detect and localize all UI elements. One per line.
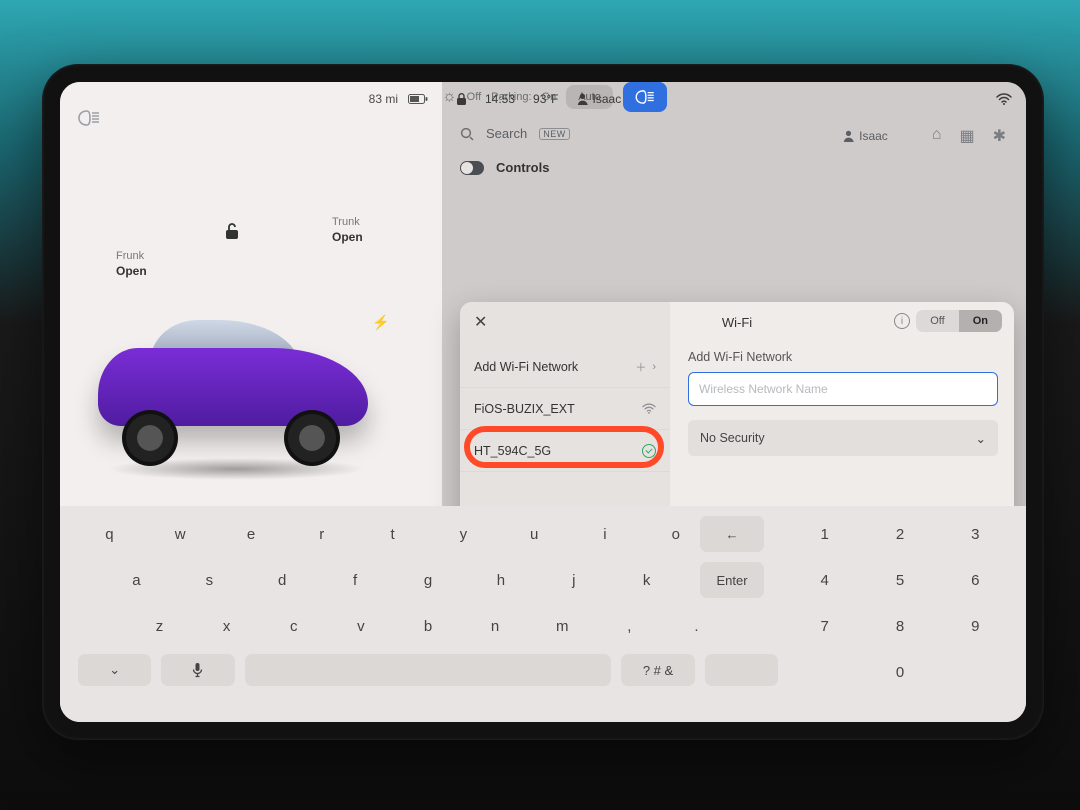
numkey-2[interactable]: 2 [867, 516, 932, 552]
wifi-on[interactable]: On [959, 310, 1002, 332]
status-bar-right: 14:53 93°F Isaac [456, 92, 1012, 106]
numkey-3[interactable]: 3 [943, 516, 1008, 552]
numkey-6[interactable]: 6 [943, 562, 1008, 598]
wifi-off[interactable]: Off [916, 310, 958, 332]
numkey-9[interactable]: 9 [943, 608, 1008, 644]
key-x[interactable]: x [197, 608, 256, 644]
search-icon [460, 127, 474, 141]
kbd-row-2: asdfghjkl [78, 562, 778, 598]
numkey-7[interactable]: 7 [792, 608, 857, 644]
kbd-row-1: qwertyuiop [78, 516, 778, 552]
tablet-bezel: 83 mi Frunk Open Trunk Open ⚡ [42, 64, 1044, 740]
key-v[interactable]: v [331, 608, 390, 644]
wifi-signal-icon [642, 403, 656, 414]
key-g[interactable]: g [396, 562, 461, 598]
key-s[interactable]: s [177, 562, 242, 598]
key-q[interactable]: q [78, 516, 141, 552]
range-value: 83 mi [369, 92, 398, 106]
trunk-button[interactable]: Trunk Open [332, 216, 363, 245]
enter-key[interactable]: Enter [700, 562, 764, 598]
key-,[interactable]: , [600, 608, 659, 644]
grid-icon[interactable]: ▦ [959, 126, 974, 146]
key-e[interactable]: e [220, 516, 283, 552]
bluetooth-icon[interactable]: ✱ [993, 126, 1006, 146]
add-network-label: Add Wi-Fi Network [688, 350, 998, 364]
numkey-0[interactable]: 0 [867, 654, 932, 690]
network-name-input[interactable] [688, 372, 998, 406]
temperature: 93°F [533, 92, 558, 106]
wifi-icon[interactable] [996, 93, 1012, 105]
clock: 14:53 [485, 92, 515, 106]
plus-icon: ＋ [635, 359, 646, 375]
touchscreen: 83 mi Frunk Open Trunk Open ⚡ [60, 82, 1026, 722]
symbols-key[interactable]: ? # & [621, 654, 694, 686]
key-r[interactable]: r [290, 516, 353, 552]
chevron-down-icon: ⌄ [976, 431, 986, 446]
onscreen-keyboard: qwertyuiop asdfghjkl zxcvbnm,. ⌄ ? # & 1… [60, 506, 1026, 722]
key-w[interactable]: w [149, 516, 212, 552]
unlock-icon[interactable] [224, 222, 240, 240]
numkey-4[interactable]: 4 [792, 562, 857, 598]
key-m[interactable]: m [533, 608, 592, 644]
toggle-icon [460, 161, 484, 175]
numkey-8[interactable]: 8 [867, 608, 932, 644]
backspace-key[interactable]: ← [700, 516, 764, 552]
battery-icon [408, 94, 428, 104]
profile-chip[interactable]: Isaac [577, 92, 622, 106]
key-f[interactable]: f [323, 562, 388, 598]
mic-key[interactable] [161, 654, 234, 686]
key-k[interactable]: k [614, 562, 679, 598]
brightness-icon[interactable]: ☼ [442, 88, 457, 106]
profile-chip-small[interactable]: Isaac [843, 126, 888, 146]
key-c[interactable]: c [264, 608, 323, 644]
chevron-right-icon: › [652, 361, 656, 373]
key-u[interactable]: u [503, 516, 566, 552]
new-badge: NEW [539, 128, 570, 140]
car-illustration [98, 314, 378, 464]
key-o[interactable]: o [644, 516, 707, 552]
numpad: 123 456 7890 [792, 516, 1008, 690]
controls-row[interactable]: Controls [460, 160, 1008, 175]
security-select[interactable]: No Security ⌄ [688, 420, 998, 456]
key-b[interactable]: b [398, 608, 457, 644]
wifi-toggle[interactable]: Off On [916, 310, 1002, 332]
key-n[interactable]: n [466, 608, 525, 644]
numkey-5[interactable]: 5 [867, 562, 932, 598]
numkey-1[interactable]: 1 [792, 516, 857, 552]
lock-icon[interactable] [456, 93, 467, 106]
key-.[interactable]: . [667, 608, 726, 644]
key-d[interactable]: d [250, 562, 315, 598]
key-y[interactable]: y [432, 516, 495, 552]
person-icon [577, 93, 588, 105]
key-h[interactable]: h [468, 562, 533, 598]
info-icon[interactable]: i [894, 313, 910, 329]
key-t[interactable]: t [361, 516, 424, 552]
check-icon [642, 444, 656, 458]
wifi-title: Wi-Fi [722, 315, 752, 330]
wifi-network-item[interactable]: FiOS-BUZIX_EXT [460, 388, 670, 430]
top-right-icons: Isaac ⌂ ▦ ✱ [843, 126, 1006, 146]
key-z[interactable]: z [130, 608, 189, 644]
key-a[interactable]: a [104, 562, 169, 598]
right-key[interactable] [705, 654, 778, 686]
collapse-key[interactable]: ⌄ [78, 654, 151, 686]
frunk-button[interactable]: Frunk Open [116, 250, 147, 279]
key-j[interactable]: j [541, 562, 606, 598]
wifi-modal-header: ✕ Wi-Fi i Off On [460, 302, 1014, 342]
kbd-row-bottom: ⌄ ? # & [78, 654, 778, 686]
space-key[interactable] [245, 654, 612, 686]
search-label: Search [486, 126, 527, 141]
headlight-icon[interactable] [78, 110, 100, 126]
close-icon[interactable]: ✕ [474, 312, 487, 332]
key-i[interactable]: i [574, 516, 637, 552]
add-network-row[interactable]: Add Wi-Fi Network ＋› [460, 346, 670, 388]
kbd-row-3: zxcvbnm,. [78, 608, 778, 644]
status-left: 83 mi [369, 92, 428, 106]
wifi-network-item-selected[interactable]: HT_594C_5G [460, 430, 670, 472]
home-icon[interactable]: ⌂ [932, 126, 942, 146]
